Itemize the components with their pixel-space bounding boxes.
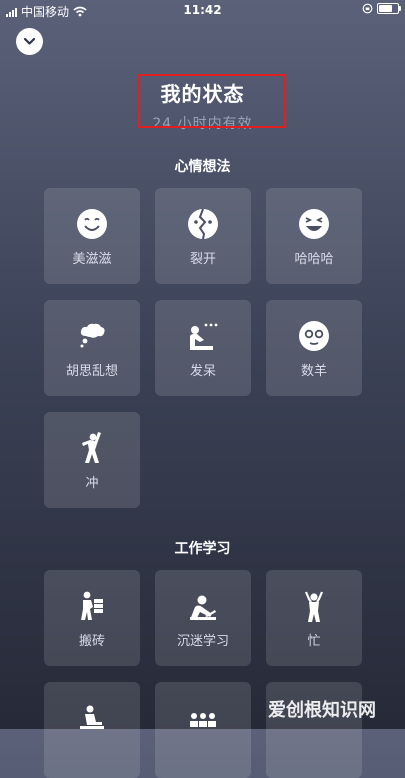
watermark-text: 爱创根知识网	[268, 700, 376, 721]
sheep-face-icon	[299, 321, 329, 351]
status-tile-desk[interactable]	[44, 682, 140, 778]
busy-icon	[304, 591, 324, 622]
highlight-box	[138, 74, 286, 128]
status-tile-chong[interactable]: 冲	[44, 412, 140, 508]
work-grid: 搬砖 沉迷学习 忙	[44, 570, 362, 778]
collapse-button[interactable]	[16, 28, 43, 55]
status-tile-liekai[interactable]: 裂开	[155, 188, 251, 284]
daydream-icon	[190, 323, 218, 350]
tile-label: 数羊	[300, 364, 327, 379]
laughing-face-icon	[299, 209, 329, 239]
studying-icon	[190, 595, 216, 620]
status-tile-banzhuan[interactable]: 搬砖	[44, 570, 140, 666]
status-tile-hahaha[interactable]: 哈哈哈	[266, 188, 362, 284]
tile-label: 沉迷学习	[176, 634, 229, 649]
rush-icon	[82, 432, 101, 463]
tile-label: 胡思乱想	[65, 364, 118, 379]
tile-label: 裂开	[189, 252, 216, 267]
smile-icon	[77, 209, 107, 239]
desk-worker-icon	[80, 705, 104, 729]
status-tile-chenmixuexi[interactable]: 沉迷学习	[155, 570, 251, 666]
thought-bubble-icon	[80, 323, 105, 348]
status-tile-fadai[interactable]: 发呆	[155, 300, 251, 396]
status-tile-mang[interactable]: 忙	[266, 570, 362, 666]
tile-label: 忙	[307, 634, 321, 649]
battery-icon	[377, 3, 401, 14]
tile-label: 美滋滋	[72, 252, 112, 267]
clock: 11:42	[183, 3, 222, 17]
status-tile-husiluanxiang[interactable]: 胡思乱想	[44, 300, 140, 396]
carry-bricks-icon	[81, 591, 103, 620]
tile-label: 搬砖	[78, 634, 105, 649]
status-tile-shuyang[interactable]: 数羊	[266, 300, 362, 396]
section-title-work: 工作学习	[174, 541, 231, 557]
cracked-face-icon	[188, 208, 218, 240]
mood-grid: 美滋滋 裂开 哈哈哈 胡思乱想 发呆 数羊 冲	[44, 188, 362, 508]
tile-label: 哈哈哈	[294, 252, 334, 267]
tile-label: 发呆	[189, 364, 216, 379]
section-title-mood: 心情想法	[174, 159, 231, 175]
chevron-down-icon	[23, 37, 36, 45]
orientation-lock-icon	[362, 3, 373, 14]
tile-label: 冲	[85, 476, 99, 491]
status-tile-meizizi[interactable]: 美滋滋	[44, 188, 140, 284]
meeting-icon	[190, 713, 216, 727]
status-tile-meeting[interactable]	[155, 682, 251, 778]
status-bar: 中国移动 11:42	[0, 0, 405, 20]
